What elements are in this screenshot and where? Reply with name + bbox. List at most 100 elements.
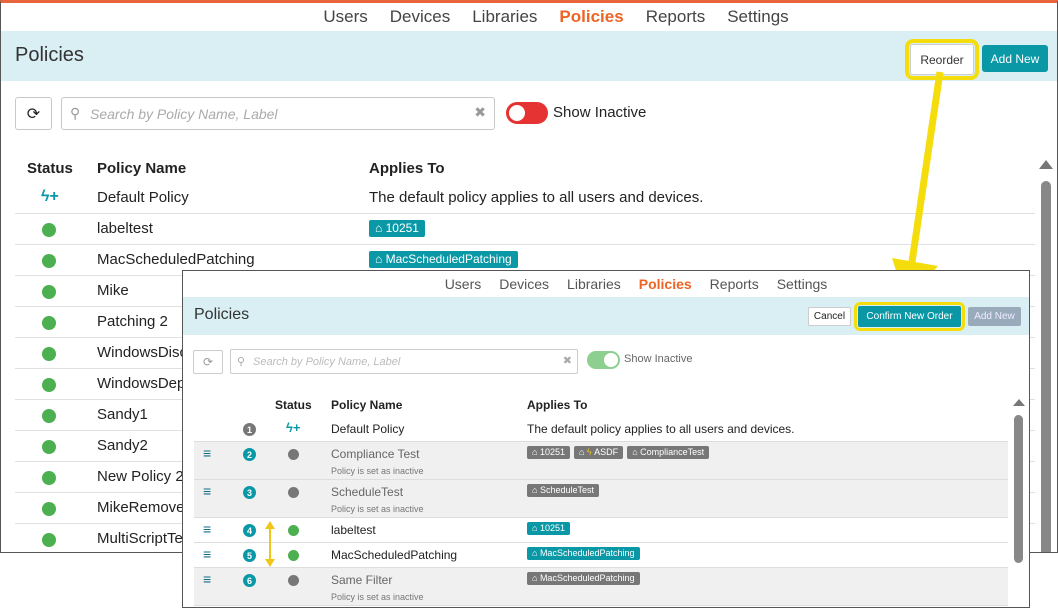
policy-name[interactable]: labeltest — [97, 220, 153, 237]
nav-policies[interactable]: Policies — [639, 276, 692, 292]
table-row[interactable]: ≡ 2 Compliance Test Policy is set as inacti… — [194, 442, 1008, 480]
status-dot — [288, 487, 299, 498]
policy-name[interactable]: Same Filter — [331, 573, 392, 587]
status-dot — [288, 575, 299, 586]
tag-label: ASDF — [594, 447, 619, 457]
col-policy-name: Policy Name — [331, 398, 403, 412]
nav-reports[interactable]: Reports — [710, 276, 759, 292]
nav-libraries[interactable]: Libraries — [472, 7, 537, 27]
status-dot — [42, 285, 56, 299]
status-dot — [288, 550, 299, 561]
tag-icon: ⌂ — [578, 447, 587, 457]
inactive-note: Policy is set as inactive — [331, 504, 424, 514]
drag-handle-icon[interactable]: ≡ — [203, 521, 211, 537]
inactive-note: Policy is set as inactive — [331, 592, 424, 602]
label-tag: ⌂ 10251 — [369, 220, 425, 237]
tag-list: ⌂ MacScheduledPatching — [527, 572, 640, 585]
table-row[interactable]: ≡ 4 labeltest ⌂ 10251 — [194, 518, 1008, 543]
policy-name[interactable]: Mike — [97, 282, 129, 299]
policy-name[interactable]: MikeRemove — [97, 499, 185, 516]
tag-icon: ⌂ — [532, 523, 540, 533]
confirm-new-order-button[interactable]: Confirm New Order — [854, 302, 965, 331]
status-dot — [42, 502, 56, 516]
cancel-button[interactable]: Cancel — [808, 307, 851, 326]
tag-icon: ⌂ — [375, 252, 386, 266]
reorder-arrow-icon — [265, 521, 275, 567]
show-inactive-toggle[interactable] — [506, 102, 548, 124]
label-tag: ⌂ ComplianceTest — [627, 446, 710, 459]
policy-name[interactable]: Sandy2 — [97, 437, 148, 454]
search-placeholder: Search by Policy Name, Label — [90, 106, 278, 122]
policy-name[interactable]: MacScheduledPatching — [97, 251, 255, 268]
tag-label: MacScheduledPatching — [539, 548, 635, 558]
table-row[interactable]: ≡ 3 ScheduleTest Policy is set as inactive ⌂… — [194, 480, 1008, 518]
policy-name[interactable]: Compliance Test — [331, 447, 420, 461]
show-inactive-toggle — [587, 351, 620, 369]
refresh-button: ⟳ — [193, 350, 223, 374]
col-status: Status — [275, 398, 312, 412]
nav-libraries[interactable]: Libraries — [567, 276, 621, 292]
label-tag: ⌂ ScheduleTest — [527, 484, 599, 497]
tag-icon: ⌂ — [532, 485, 540, 495]
nav-policies[interactable]: Policies — [559, 7, 623, 27]
policy-name[interactable]: Sandy1 — [97, 406, 148, 423]
tag-icon: ⌂ — [532, 548, 540, 558]
scroll-up-arrow[interactable] — [1039, 160, 1053, 169]
show-inactive-label: Show Inactive — [624, 353, 693, 365]
policy-name[interactable]: WindowsDisc — [97, 344, 187, 361]
table-row[interactable]: ϟ+ Default Policy The default policy appli… — [15, 183, 1035, 214]
nav-devices[interactable]: Devices — [499, 276, 549, 292]
table-row[interactable]: 1 ϟ+ Default Policy The default policy appl… — [194, 417, 1008, 442]
add-new-button[interactable]: Add New — [982, 45, 1048, 72]
order-badge: 3 — [243, 486, 256, 499]
table-row[interactable]: labeltest ⌂ 10251 — [15, 214, 1035, 245]
nav-devices[interactable]: Devices — [390, 7, 450, 27]
policy-name[interactable]: Default Policy — [97, 189, 189, 206]
policy-name[interactable]: MacScheduledPatching — [331, 548, 457, 562]
policy-name[interactable]: WindowsDep — [97, 375, 185, 392]
search-placeholder: Search by Policy Name, Label — [253, 356, 401, 368]
status-dot — [42, 347, 56, 361]
clear-icon[interactable]: ✖ — [474, 104, 486, 121]
header-band: Policies Cancel Confirm New Order Add Ne… — [183, 297, 1029, 335]
drag-handle-icon[interactable]: ≡ — [203, 571, 211, 587]
lightning-plus-icon: ϟ+ — [41, 188, 59, 205]
refresh-icon: ⟳ — [26, 105, 41, 123]
col-applies-to: Applies To — [369, 160, 445, 177]
reorder-button[interactable]: Reorder — [905, 39, 979, 80]
table-row[interactable]: ≡ 6 Same Filter Policy is set as inactive ⌂ … — [194, 568, 1008, 606]
search-input[interactable]: ⚲ Search by Policy Name, Label ✖ — [61, 97, 495, 130]
nav-users[interactable]: Users — [323, 7, 367, 27]
drag-handle-icon[interactable]: ≡ — [203, 483, 211, 499]
policy-name[interactable]: labeltest — [331, 523, 376, 537]
tag-list: ⌂ MacScheduledPatching — [527, 547, 640, 560]
applies-to: The default policy applies to all users … — [527, 422, 795, 436]
nav-reports[interactable]: Reports — [646, 7, 706, 27]
nav-settings[interactable]: Settings — [727, 7, 788, 27]
policy-name[interactable]: ScheduleTest — [331, 485, 403, 499]
scrollbar-thumb[interactable] — [1041, 181, 1051, 552]
status-dot — [42, 409, 56, 423]
refresh-button[interactable]: ⟳ — [15, 97, 52, 130]
policy-name[interactable]: New Policy 2 — [97, 468, 184, 485]
policy-name[interactable]: MultiScriptTe — [97, 530, 183, 547]
refresh-icon: ⟳ — [202, 355, 214, 369]
policy-name[interactable]: Default Policy — [331, 422, 404, 436]
tag-icon: ⌂ — [632, 447, 641, 457]
drag-handle-icon[interactable]: ≡ — [203, 445, 211, 461]
status-dot — [288, 525, 299, 536]
tag-icon: ⌂ — [532, 573, 540, 583]
scrollbar-thumb[interactable] — [1014, 415, 1023, 563]
policy-name[interactable]: Patching 2 — [97, 313, 168, 330]
drag-handle-icon[interactable]: ≡ — [203, 546, 211, 562]
scroll-up-arrow[interactable] — [1013, 399, 1025, 406]
nav-users[interactable]: Users — [445, 276, 482, 292]
status-dot — [42, 378, 56, 392]
order-badge: 5 — [243, 549, 256, 562]
tag-label: 10251 — [385, 221, 419, 235]
table-row[interactable]: ≡ 5 MacScheduledPatching ⌂ MacScheduledPatc… — [194, 543, 1008, 568]
clear-icon: ✖ — [562, 355, 572, 367]
col-applies-to: Applies To — [527, 398, 588, 412]
nav-settings[interactable]: Settings — [777, 276, 828, 292]
status-dot — [42, 254, 56, 268]
